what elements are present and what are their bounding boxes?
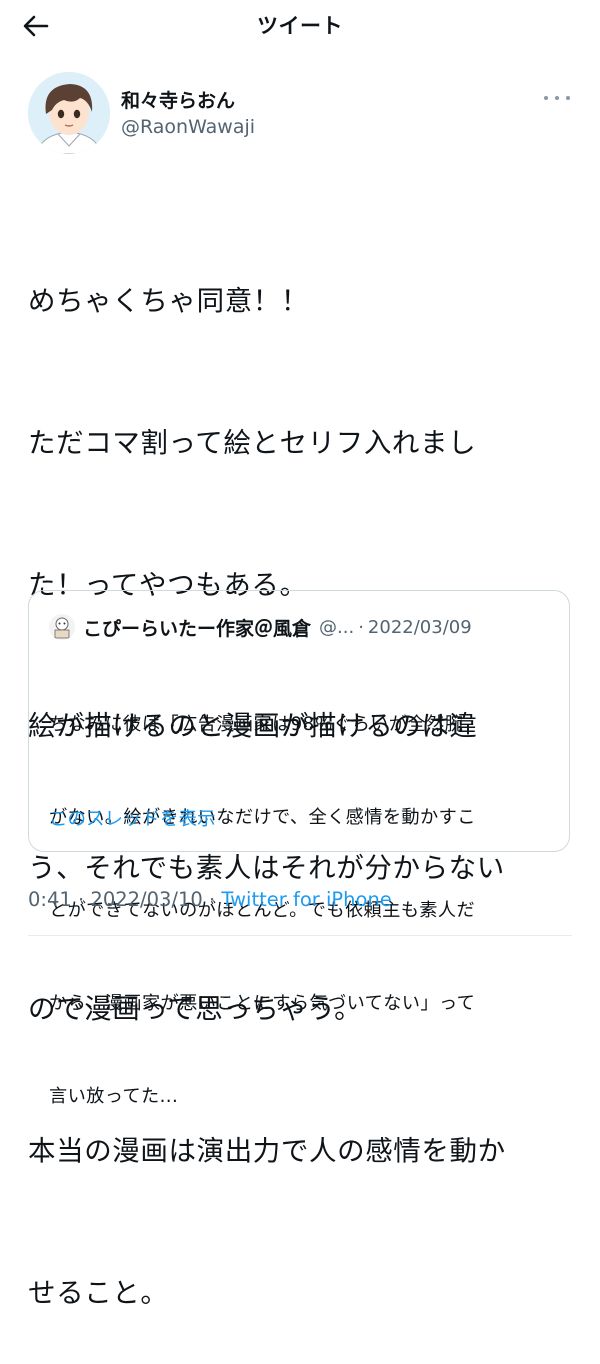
separator-dot: ·: [202, 888, 222, 911]
quoted-line: 言い放ってた...: [49, 1086, 179, 1107]
top-bar: ツイート: [0, 0, 600, 52]
quoted-author-name: こぴーらいたー作家＠風倉: [83, 617, 312, 640]
show-thread-link[interactable]: このスレッドを表示: [49, 805, 216, 831]
tweet-line: せること。: [28, 1276, 169, 1309]
tweet-metadata: 0:41 · 2022/03/10 · Twitter for iPhone: [28, 888, 392, 911]
more-dots-icon: [544, 96, 548, 100]
avatar[interactable]: [28, 72, 110, 154]
quoted-date: 2022/03/09: [367, 616, 472, 638]
tweet-line: ただコマ割って絵とセリフ入れまし: [28, 427, 477, 460]
quoted-author-handle: @...: [319, 616, 355, 638]
separator-dot: ·: [71, 888, 91, 911]
tweet-date[interactable]: 2022/03/10: [90, 888, 202, 911]
tweet-source-link[interactable]: Twitter for iPhone: [221, 888, 391, 911]
quoted-tweet[interactable]: こぴーらいたー作家＠風倉 @... · 2022/03/09 ちなみに彼は「広告…: [28, 590, 570, 1107]
more-button[interactable]: [544, 90, 570, 106]
quoted-line: ちなみに彼は「広告漫画家は98％ぐらいが全然腕: [49, 714, 464, 735]
quoted-tweet-header: こぴーらいたー作家＠風倉 @... · 2022/03/09: [49, 612, 553, 642]
tweet-line: めちゃくちゃ同意！！: [28, 285, 309, 318]
page-title: ツイート: [257, 14, 343, 38]
quoted-avatar: [49, 614, 75, 640]
quoted-line: から、漫画家が悪いことにすら気づいてない」って: [49, 993, 476, 1014]
author-handle[interactable]: @RaonWawaji: [121, 116, 255, 138]
divider: [28, 935, 572, 936]
separator-dot: ·: [358, 616, 364, 638]
tweet-author: 和々寺らおん @RaonWawaji: [28, 72, 572, 158]
author-name[interactable]: 和々寺らおん: [121, 86, 235, 113]
tweet-time[interactable]: 0:41: [28, 888, 72, 911]
